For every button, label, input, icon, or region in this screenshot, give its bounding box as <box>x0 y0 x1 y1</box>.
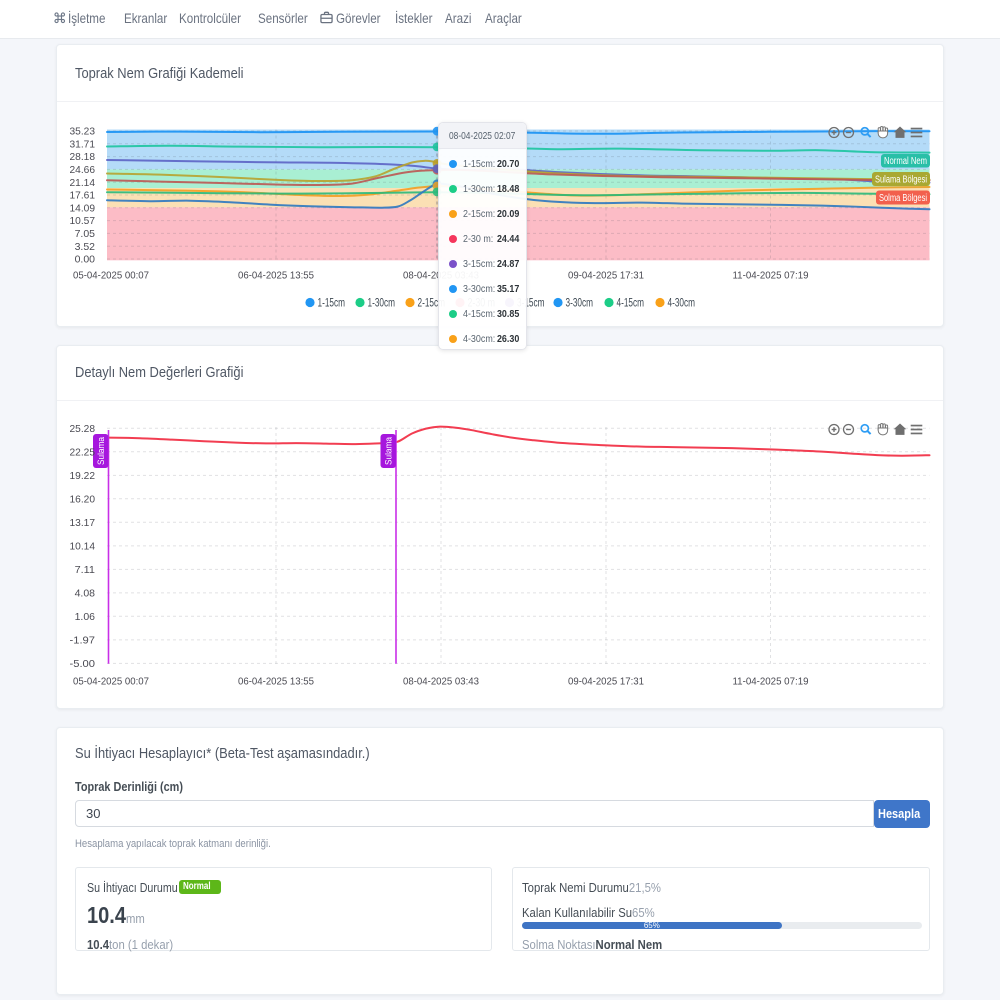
svg-text:4.08: 4.08 <box>75 588 96 600</box>
svg-text:Sulama: Sulama <box>384 437 394 465</box>
svg-text:28.18: 28.18 <box>70 151 96 163</box>
svg-text:7.05: 7.05 <box>75 228 96 240</box>
svg-text:06-04-2025 13:55: 06-04-2025 13:55 <box>238 270 314 282</box>
svg-text:Sulama: Sulama <box>96 437 106 465</box>
svg-text:-1.97: -1.97 <box>70 635 96 647</box>
svg-text:35.23: 35.23 <box>70 126 96 138</box>
svg-text:05-04-2025 00:07: 05-04-2025 00:07 <box>73 676 149 688</box>
svg-text:1-15cm: 1-15cm <box>318 298 346 310</box>
svg-text:Normal Nem: Normal Nem <box>884 156 927 167</box>
svg-text:09-04-2025 17:31: 09-04-2025 17:31 <box>568 270 644 282</box>
svg-text:17.61: 17.61 <box>70 190 96 202</box>
svg-text:4-15cm: 4-15cm <box>617 298 645 310</box>
svg-text:24.66: 24.66 <box>70 164 96 176</box>
svg-text:4-30cm: 4-30cm <box>668 298 696 310</box>
svg-text:14.09: 14.09 <box>70 202 96 214</box>
svg-text:08-04-2025 03:43: 08-04-2025 03:43 <box>403 676 479 688</box>
svg-text:Solma Bölgesi: Solma Bölgesi <box>879 193 927 204</box>
svg-text:1-30cm: 1-30cm <box>368 298 396 310</box>
svg-text:06-04-2025 13:55: 06-04-2025 13:55 <box>238 676 314 688</box>
svg-text:21.14: 21.14 <box>70 177 96 189</box>
svg-text:25.28: 25.28 <box>70 423 96 435</box>
svg-text:1.06: 1.06 <box>75 611 96 623</box>
svg-text:19.22: 19.22 <box>70 470 96 482</box>
svg-text:3.52: 3.52 <box>75 241 96 253</box>
svg-text:Sulama Bölgesi: Sulama Bölgesi <box>875 175 927 186</box>
svg-text:13.17: 13.17 <box>70 517 96 529</box>
svg-text:09-04-2025 17:31: 09-04-2025 17:31 <box>568 676 644 688</box>
svg-text:10.14: 10.14 <box>70 541 96 553</box>
svg-text:22.25: 22.25 <box>70 446 96 458</box>
svg-text:16.20: 16.20 <box>70 493 96 505</box>
svg-text:05-04-2025 00:07: 05-04-2025 00:07 <box>73 270 149 282</box>
svg-text:3-30cm: 3-30cm <box>566 298 594 310</box>
svg-text:31.71: 31.71 <box>70 138 96 150</box>
svg-text:11-04-2025 07:19: 11-04-2025 07:19 <box>733 270 809 282</box>
svg-text:-5.00: -5.00 <box>70 658 96 670</box>
svg-text:7.11: 7.11 <box>75 564 96 576</box>
svg-text:11-04-2025 07:19: 11-04-2025 07:19 <box>733 676 809 688</box>
svg-text:0.00: 0.00 <box>75 254 96 266</box>
svg-text:10.57: 10.57 <box>70 215 96 227</box>
